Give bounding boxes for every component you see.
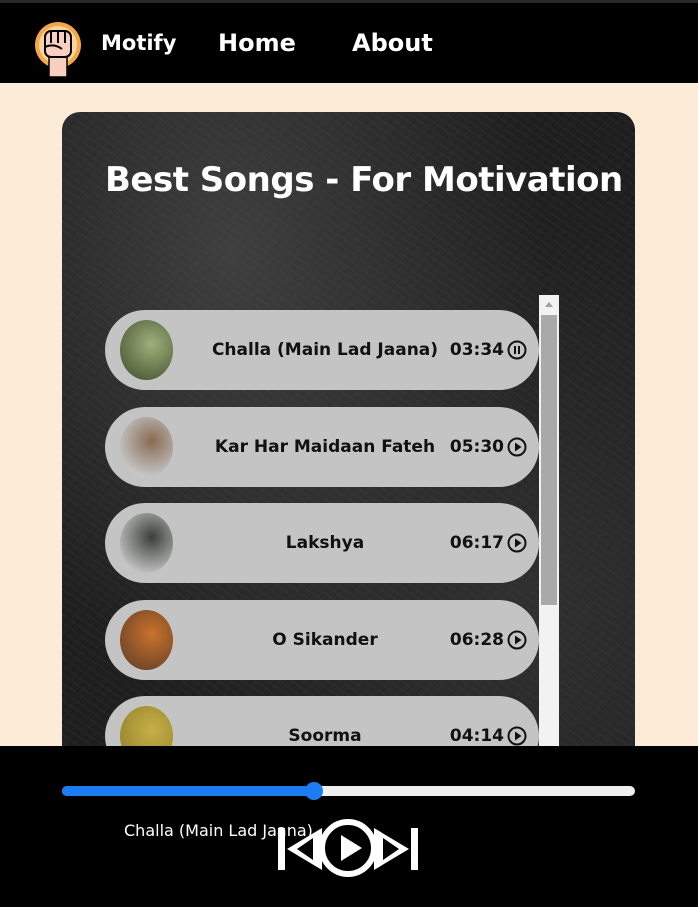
- nav-link-about[interactable]: About: [352, 29, 433, 57]
- song-item[interactable]: O Sikander 06:28: [105, 599, 539, 680]
- play-circle-icon[interactable]: [507, 630, 527, 650]
- next-track-icon[interactable]: [371, 824, 421, 874]
- progress-bar[interactable]: [62, 782, 635, 800]
- play-pause-icon[interactable]: [318, 818, 378, 878]
- song-cover-image: [120, 513, 173, 573]
- song-name: Challa (Main Lad Jaana): [211, 340, 439, 360]
- play-circle-icon[interactable]: [507, 437, 527, 457]
- song-cover-image: [120, 320, 173, 380]
- song-cover-image: [120, 416, 173, 477]
- song-cover-image: [120, 609, 173, 670]
- play-circle-icon[interactable]: [507, 726, 527, 746]
- song-list-scrollbar[interactable]: [539, 295, 559, 755]
- progress-thumb[interactable]: [305, 782, 324, 800]
- fist-logo-icon[interactable]: [34, 15, 82, 77]
- song-duration: 06:17: [449, 533, 504, 553]
- song-duration: 06:28: [449, 629, 504, 650]
- song-item[interactable]: Lakshya 06:17: [105, 503, 539, 583]
- song-duration: 03:34: [449, 340, 504, 360]
- nav-link-home[interactable]: Home: [218, 29, 296, 57]
- scroll-up-arrow-icon[interactable]: [539, 295, 559, 313]
- song-duration: 05:30: [449, 436, 504, 457]
- navbar: Motify Home About: [0, 0, 698, 83]
- song-item[interactable]: Challa (Main Lad Jaana) 03:34: [105, 310, 539, 390]
- brand-name[interactable]: Motify: [101, 31, 176, 55]
- scroll-thumb[interactable]: [541, 315, 557, 605]
- progress-fill: [62, 786, 315, 796]
- page-title: Best Songs - For Motivation: [105, 160, 623, 200]
- pause-circle-icon[interactable]: [507, 340, 527, 360]
- song-item[interactable]: Kar Har Maidaan Fateh 05:30: [105, 406, 539, 487]
- play-circle-icon[interactable]: [507, 533, 527, 553]
- song-name: Lakshya: [285, 533, 365, 553]
- song-name: O Sikander: [272, 629, 378, 650]
- bottom-player: Challa (Main Lad Jaana): [0, 746, 698, 907]
- song-name: Kar Har Maidaan Fateh: [214, 436, 436, 457]
